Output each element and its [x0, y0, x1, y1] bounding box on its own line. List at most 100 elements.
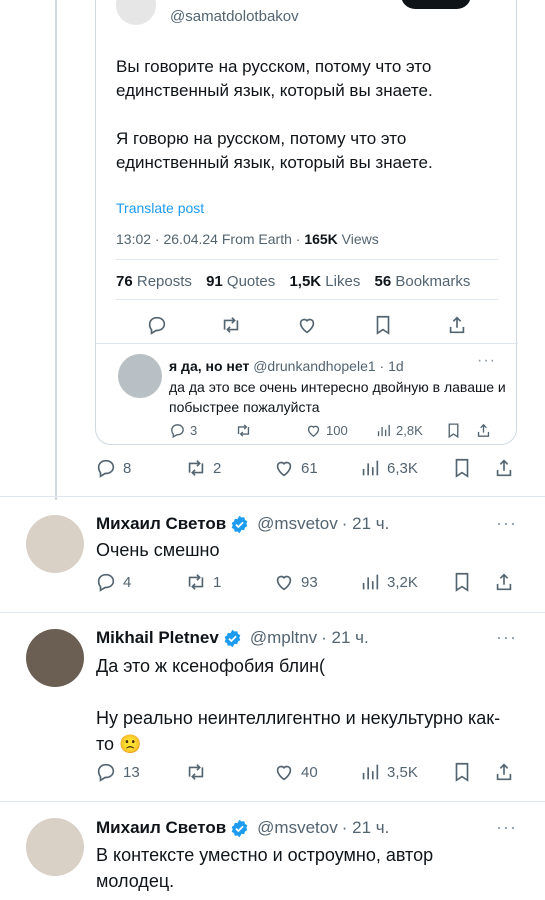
share-button[interactable] — [493, 456, 515, 480]
author-handle[interactable]: @mpltnv — [250, 628, 317, 648]
repost-icon — [188, 574, 204, 590]
views-icon — [377, 424, 390, 437]
tweet-header: Mikhail Pletnev @mpltnv · 21 ч. — [96, 628, 369, 648]
repost-button[interactable]: 2 — [185, 456, 221, 480]
quoted-post-paragraph-1: Вы говорите на русском, потому что это е… — [116, 57, 433, 100]
share-icon — [477, 423, 490, 437]
nested-reply-avatar[interactable] — [118, 354, 162, 398]
like-icon — [276, 461, 292, 477]
reply-button[interactable]: 4 — [95, 570, 131, 594]
author-name[interactable]: Mikhail Pletnev — [96, 628, 219, 648]
bookmark-icon — [448, 423, 459, 439]
views-label: Views — [337, 231, 379, 247]
repost-count: 2 — [213, 459, 222, 477]
post-timestamp[interactable]: 13:02 · 26.04.24 From Earth · — [116, 231, 304, 247]
bookmark-button[interactable] — [451, 570, 473, 594]
nested-reply[interactable]: я да, но нет @drunkandhopele1 · 1d ··· д… — [96, 343, 518, 446]
tweet-time[interactable]: · 21 ч. — [342, 818, 390, 838]
verified-badge-icon — [231, 515, 248, 533]
tweet-actions: 4 1 93 3,2K — [95, 570, 520, 594]
like-count: 40 — [301, 763, 318, 781]
more-options-icon[interactable]: ··· — [496, 627, 517, 648]
repost-button[interactable]: 1 — [185, 570, 221, 594]
reply-button[interactable]: 13 — [95, 760, 140, 784]
tweet-text-line: Ну реально неинтеллигентно и некультурно… — [96, 708, 501, 754]
more-options-icon[interactable]: ··· — [496, 513, 517, 534]
tweet-time[interactable]: · 21 ч. — [342, 514, 390, 534]
like-button[interactable]: 100 — [305, 422, 348, 439]
author-handle[interactable]: @msvetov — [257, 818, 338, 838]
avatar[interactable] — [26, 629, 84, 687]
tweet-actions: 13 40 3,5K — [95, 760, 520, 784]
reply-button[interactable]: 3 — [169, 422, 197, 439]
views-icon — [362, 764, 379, 780]
reply-count: 8 — [123, 459, 132, 477]
share-button[interactable] — [475, 422, 492, 439]
views-count: 3,2K — [387, 573, 418, 591]
views-icon — [362, 574, 379, 590]
views-button[interactable]: 3,5K — [359, 760, 418, 784]
repost-icon[interactable] — [220, 314, 244, 338]
bookmark-button[interactable] — [451, 760, 473, 784]
more-options-icon[interactable]: ··· — [477, 352, 496, 370]
share-icon — [496, 763, 512, 781]
bookmark-icon — [455, 572, 469, 592]
like-icon[interactable] — [296, 314, 320, 338]
follow-button[interactable] — [401, 0, 471, 9]
likes-stat[interactable]: 1,5K Likes — [289, 273, 360, 290]
quoted-author-handle[interactable]: @samatdolotbakov — [170, 8, 299, 25]
views-button[interactable]: 6,3K — [359, 456, 418, 480]
author-handle[interactable]: @msvetov — [257, 514, 338, 534]
quoted-post-card[interactable]: @samatdolotbakov Вы говорите на русском,… — [95, 0, 518, 446]
nested-reply-handle[interactable]: @drunkandhopele1 · 1d — [253, 358, 403, 374]
reply-count: 13 — [123, 763, 140, 781]
bookmarks-stat[interactable]: 56 Bookmarks — [375, 273, 471, 290]
avatar[interactable] — [26, 818, 84, 876]
views-button[interactable]: 2,8K — [375, 422, 423, 439]
reply-button[interactable]: 8 — [95, 456, 131, 480]
bookmark-button[interactable] — [445, 422, 462, 439]
share-icon[interactable] — [446, 314, 470, 338]
avatar[interactable] — [26, 515, 84, 573]
share-button[interactable] — [493, 760, 515, 784]
divider — [0, 801, 545, 802]
tweet-text: В контексте уместно и остроумно, автор м… — [96, 842, 476, 894]
reply-icon — [97, 763, 115, 782]
share-button[interactable] — [493, 570, 515, 594]
author-name[interactable]: Михаил Светов — [96, 514, 226, 534]
tweet-time[interactable]: · 21 ч. — [321, 628, 369, 648]
views-button[interactable]: 3,2K — [359, 570, 418, 594]
quoted-author-avatar[interactable] — [116, 0, 156, 25]
reply-icon[interactable] — [146, 314, 170, 338]
repost-button[interactable] — [235, 422, 252, 439]
nested-reply-actions: 3 100 2,8K — [169, 422, 499, 442]
verified-badge-icon — [231, 819, 248, 837]
tweet-header: Михаил Светов @msvetov · 21 ч. — [96, 514, 389, 534]
author-name[interactable]: Михаил Светов — [96, 818, 226, 838]
divider — [116, 259, 498, 260]
like-button[interactable]: 61 — [273, 456, 318, 480]
more-options-icon[interactable]: ··· — [496, 817, 517, 838]
reposts-stat[interactable]: 76 Reposts — [116, 273, 192, 290]
bookmark-button[interactable] — [451, 456, 473, 480]
views-count: 165K — [304, 231, 338, 247]
quotes-stat[interactable]: 91 Quotes — [206, 273, 275, 290]
verified-badge-icon — [224, 629, 241, 647]
views-icon — [362, 460, 379, 476]
like-button[interactable]: 40 — [273, 760, 318, 784]
like-button[interactable]: 93 — [273, 570, 318, 594]
quoted-post-paragraph-2: Я говорю на русском, потому что это един… — [116, 129, 433, 172]
repost-button[interactable] — [185, 760, 213, 784]
bookmark-icon[interactable] — [372, 314, 396, 338]
like-count: 61 — [301, 459, 318, 477]
nested-reply-name[interactable]: я да, но нет — [169, 358, 249, 374]
repost-icon — [237, 424, 250, 437]
views-count: 2,8K — [396, 423, 423, 438]
reply-icon — [97, 573, 115, 592]
reply-icon — [97, 459, 115, 478]
translate-post-link[interactable]: Translate post — [116, 200, 204, 216]
like-count: 100 — [326, 423, 348, 438]
thread-line — [55, 0, 57, 500]
like-icon — [276, 575, 292, 591]
share-icon — [496, 459, 512, 477]
